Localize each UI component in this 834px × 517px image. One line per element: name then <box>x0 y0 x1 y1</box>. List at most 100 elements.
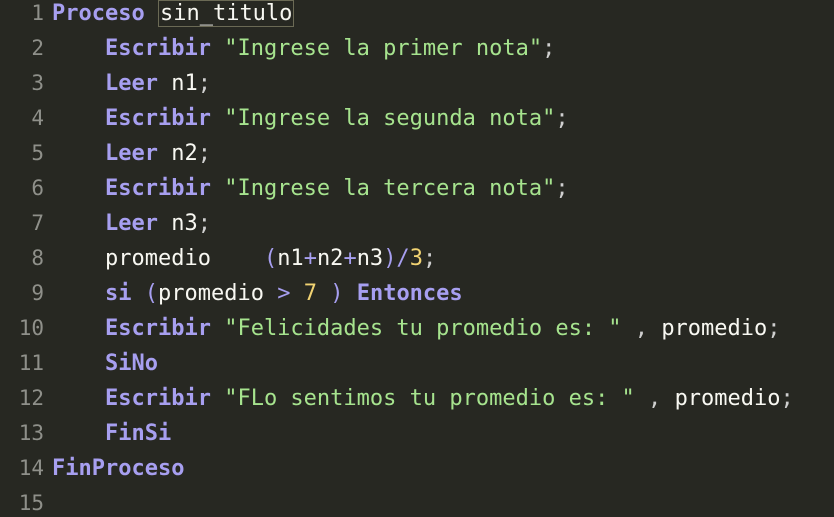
code-line[interactable]: 2 Escribir "Ingrese la primer nota"; <box>0 31 834 66</box>
line-number: 7 <box>31 211 44 235</box>
code-line[interactable]: 1 Proceso sin_titulo <box>0 0 834 31</box>
code-line[interactable]: 12 Escribir "FLo sentimos tu promedio es… <box>0 381 834 416</box>
code-token: Escribir <box>104 36 211 61</box>
code-token: ( <box>144 281 158 306</box>
line-content: Escribir "Ingrese la primer nota"; <box>52 31 555 66</box>
line-content: Escribir "Ingrese la segunda nota"; <box>52 101 569 136</box>
code-token: Escribir <box>104 176 211 201</box>
code-line[interactable]: 13 FinSi <box>0 416 834 451</box>
code-token: Proceso <box>52 1 145 26</box>
line-content: FinSi <box>52 416 171 451</box>
line-content: Escribir "Ingrese la tercera nota"; <box>52 171 569 206</box>
code-line[interactable]: 6 Escribir "Ingrese la tercera nota"; <box>0 171 834 206</box>
code-token: n1 <box>277 246 304 271</box>
code-line[interactable]: 9 si (promedio > 7 ) Entonces <box>0 276 834 311</box>
code-token: ) <box>316 281 357 306</box>
line-number: 12 <box>18 386 44 410</box>
code-token: ; <box>555 176 569 201</box>
code-token: ; <box>542 36 556 61</box>
code-line[interactable]: 15 <box>0 486 834 517</box>
line-number: 4 <box>31 106 44 130</box>
code-token: promedio <box>674 386 781 411</box>
line-number: 1 <box>31 1 44 25</box>
code-token: ( <box>263 246 278 271</box>
line-number: 2 <box>31 36 44 60</box>
code-token: ; <box>197 71 211 96</box>
code-line[interactable]: 11 SiNo <box>0 346 834 381</box>
line-content: promedio (n1+n2+n3)/3; <box>52 241 436 276</box>
highlighted-token: sin_titulo <box>157 0 295 27</box>
code-token: )/ <box>383 246 410 271</box>
code-token: FinProceso <box>52 456 185 481</box>
line-number: 11 <box>18 351 44 375</box>
code-token: n3 <box>171 211 198 236</box>
code-token: Escribir <box>104 106 211 131</box>
code-token: si <box>104 281 132 306</box>
code-token: ; <box>780 386 794 411</box>
code-token: n2 <box>316 246 344 271</box>
line-number: 10 <box>18 316 44 340</box>
code-editor[interactable]: 1 Proceso sin_titulo 2 Escribir "Ingrese l… <box>0 0 834 517</box>
code-line[interactable]: 4 Escribir "Ingrese la segunda nota"; <box>0 101 834 136</box>
code-token: Escribir <box>104 386 211 411</box>
code-token: SiNo <box>104 351 158 376</box>
code-token: ; <box>422 246 437 271</box>
line-content: Proceso sin_titulo <box>52 0 295 31</box>
line-number: 15 <box>18 491 44 515</box>
code-token: 7 <box>303 281 317 306</box>
code-line[interactable]: 7 Leer n3; <box>0 206 834 241</box>
code-token: n1 <box>171 71 198 96</box>
code-token: promedio <box>157 281 264 306</box>
code-token: promedio <box>104 246 211 271</box>
code-token: "Ingrese la primer nota" <box>224 36 543 61</box>
code-line[interactable]: 10 Escribir "Felicidades tu promedio es:… <box>0 311 834 346</box>
line-content: SiNo <box>52 346 158 381</box>
line-number: 14 <box>18 456 44 480</box>
line-number: 5 <box>31 141 44 165</box>
code-token: "FLo sentimos tu promedio es: " <box>224 386 635 411</box>
code-line[interactable]: 5 Leer n2; <box>0 136 834 171</box>
code-token: Leer <box>104 211 158 236</box>
code-token: promedio <box>661 316 768 341</box>
code-line[interactable]: 8 promedio (n1+n2+n3)/3; <box>0 241 834 276</box>
line-content: FinProceso <box>52 451 184 486</box>
line-number: 6 <box>31 176 44 200</box>
code-token: ; <box>767 316 781 341</box>
code-token: + <box>303 246 317 271</box>
code-token: ; <box>555 106 569 131</box>
code-token: Leer <box>104 141 158 166</box>
code-token: n2 <box>171 141 198 166</box>
line-number: 8 <box>31 246 44 270</box>
code-token: Escribir <box>104 316 211 341</box>
code-token: + <box>343 246 357 271</box>
code-line[interactable]: 14 FinProceso <box>0 451 834 486</box>
code-token: , <box>634 386 675 411</box>
code-token: "Ingrese la tercera nota" <box>224 176 556 201</box>
line-content: Leer n2; <box>52 136 211 171</box>
code-token: FinSi <box>104 421 172 446</box>
code-line[interactable]: 3 Leer n1; <box>0 66 834 101</box>
line-number: 13 <box>18 421 44 445</box>
code-token: "Felicidades tu promedio es: " <box>224 316 622 341</box>
code-token: > <box>263 281 304 306</box>
line-content: si (promedio > 7 ) Entonces <box>52 276 463 311</box>
